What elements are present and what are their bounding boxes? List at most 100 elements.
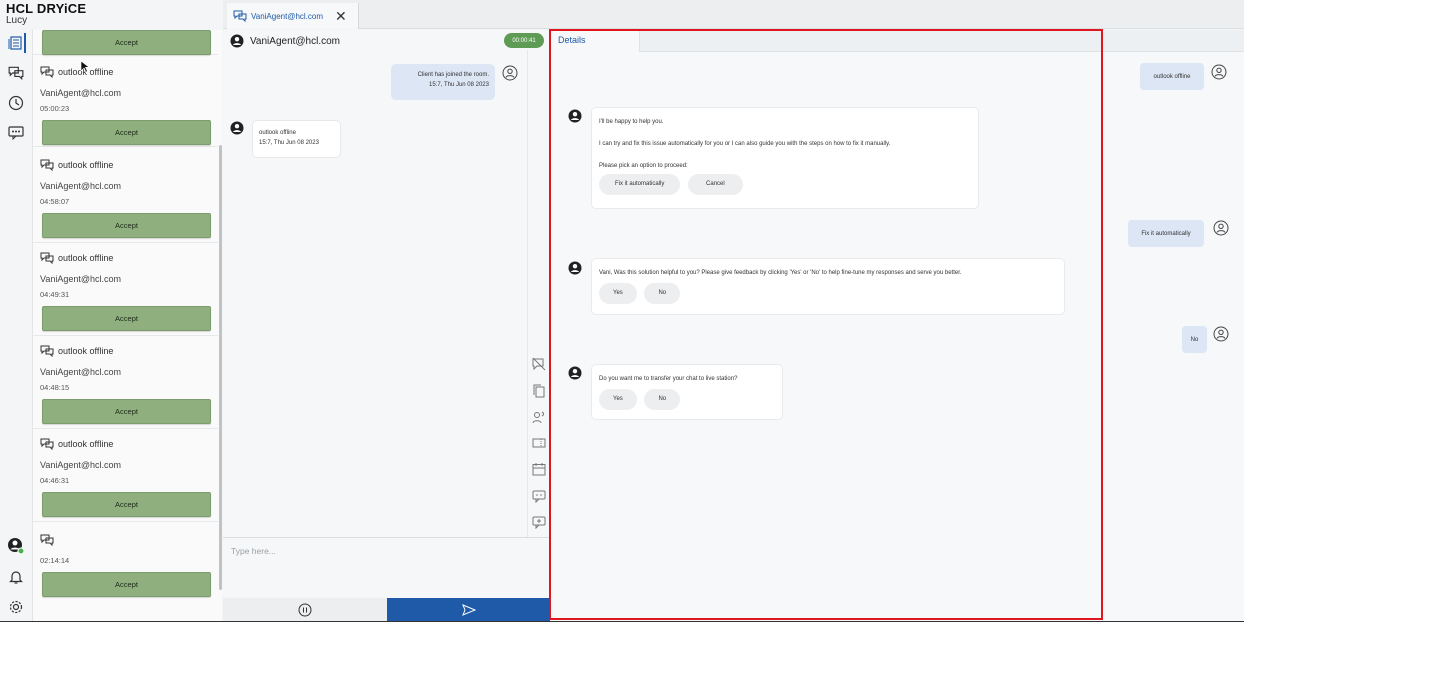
message-input-placeholder[interactable]: Type here... <box>231 546 276 556</box>
add-note-icon[interactable] <box>532 515 546 529</box>
queue-item-email: VaniAgent@hcl.com <box>40 88 122 98</box>
bot-message-card: Vani, Was this solution helpful to you? … <box>591 258 1065 315</box>
chat-icon <box>233 10 247 22</box>
bot-avatar-icon <box>568 366 582 380</box>
session-timer: 00:00:41 <box>504 33 544 48</box>
accept-button[interactable]: Accept <box>42 30 211 55</box>
chat-icon <box>40 252 54 264</box>
queue-item-title: outlook offline <box>58 253 114 263</box>
chat-icon <box>40 345 54 357</box>
yes-button[interactable]: Yes <box>599 283 637 304</box>
queue-item-time: 04:58:07 <box>40 197 70 206</box>
ticket-icon[interactable] <box>532 436 546 450</box>
settings-gear-icon[interactable] <box>6 597 26 617</box>
message-composer[interactable]: Type here... <box>223 537 550 599</box>
mouse-cursor-icon <box>80 60 89 73</box>
chat-queue-list: Accept outlook offline VaniAgent@hcl.com… <box>32 30 222 621</box>
queue-item-email: VaniAgent@hcl.com <box>40 181 122 191</box>
client-message: outlook offline 15:7, Thu Jun 08 2023 <box>252 120 341 158</box>
chat-conversation: VaniAgent@hcl.com 00:00:41 Client has jo… <box>223 30 550 621</box>
hide-chat-icon[interactable] <box>532 357 546 371</box>
tab-chat-session[interactable]: VaniAgent@hcl.com ✕ <box>227 3 359 29</box>
user-avatar-icon <box>1211 64 1227 80</box>
chat-icon <box>40 159 54 171</box>
queue-item: outlook offline VaniAgent@hcl.com 04:49:… <box>33 243 218 336</box>
brand-title: HCL DRYiCE <box>6 1 87 16</box>
transcript-icon[interactable] <box>6 123 26 143</box>
queue-item-title: outlook offline <box>58 439 114 449</box>
accept-button[interactable]: Accept <box>42 399 211 424</box>
queue-item-time: 05:00:23 <box>40 104 70 113</box>
send-button[interactable] <box>387 598 550 621</box>
queue-item-title: outlook offline <box>58 346 114 356</box>
queue-item-email: VaniAgent@hcl.com <box>40 367 122 377</box>
accept-button[interactable]: Accept <box>42 120 211 145</box>
bot-message-text: Vani, Was this solution helpful to you? … <box>599 270 962 276</box>
no-button[interactable]: No <box>644 283 681 304</box>
system-message-time: 15:7, Thu Jun 08 2023 <box>429 82 489 88</box>
chat-tools <box>527 348 550 538</box>
client-message-text: outlook offline <box>259 130 296 136</box>
user-message: Fix it automatically <box>1128 220 1204 247</box>
queue-item: outlook offline VaniAgent@hcl.com 04:48:… <box>33 336 218 429</box>
current-user: Lucy <box>6 15 28 26</box>
tab-label: VaniAgent@hcl.com <box>251 11 324 21</box>
close-tab-icon[interactable]: ✕ <box>335 8 347 25</box>
user-avatar-icon <box>230 34 244 48</box>
chat-header: VaniAgent@hcl.com 00:00:41 <box>223 30 550 52</box>
copy-icon[interactable] <box>532 384 546 398</box>
transfer-agent-icon[interactable] <box>532 410 546 424</box>
fix-automatically-button[interactable]: Fix it automatically <box>599 174 681 195</box>
queue-item: 02:14:14 Accept <box>33 522 218 621</box>
accept-button[interactable]: Accept <box>42 572 211 597</box>
details-tab-bar: Details <box>550 30 1244 52</box>
canned-response-icon[interactable] <box>532 489 546 503</box>
accept-button[interactable]: Accept <box>42 306 211 331</box>
bot-message-text: Do you want me to transfer your chat to … <box>599 376 738 382</box>
no-button[interactable]: No <box>644 389 681 410</box>
bot-message-card: I'll be happy to help you. I can try and… <box>591 107 979 209</box>
bot-message-text: I can try and fix this issue automatical… <box>599 141 891 147</box>
queue-item-time: 02:14:14 <box>40 556 70 565</box>
queue-item-time: 04:46:31 <box>40 476 70 485</box>
left-nav-rail <box>0 30 32 621</box>
brand: HCL DRYiCE Lucy <box>6 2 220 28</box>
queue-item-email: VaniAgent@hcl.com <box>40 274 122 284</box>
calendar-icon[interactable] <box>532 462 546 476</box>
queue-item: Accept <box>33 30 218 55</box>
bot-avatar-icon <box>568 109 582 123</box>
accept-button[interactable]: Accept <box>42 213 211 238</box>
queue-item: outlook offline VaniAgent@hcl.com 05:00:… <box>33 57 218 147</box>
pause-icon <box>298 603 312 617</box>
user-message: outlook offline <box>1140 63 1204 90</box>
details-panel: Details I'll be happy to help you. I can… <box>550 30 1244 621</box>
chat-agent-email: VaniAgent@hcl.com <box>250 35 341 47</box>
queue-item: outlook offline VaniAgent@hcl.com 04:46:… <box>33 429 218 522</box>
history-clock-icon[interactable] <box>6 93 26 113</box>
cancel-button[interactable]: Cancel <box>688 174 743 195</box>
tab-strip: VaniAgent@hcl.com ✕ <box>223 0 1244 29</box>
yes-button[interactable]: Yes <box>599 389 637 410</box>
pause-button[interactable] <box>223 598 387 621</box>
chat-bottom-bar <box>223 598 550 621</box>
bot-avatar-icon <box>568 261 582 275</box>
accept-button[interactable]: Accept <box>42 492 211 517</box>
send-icon <box>461 604 476 616</box>
bot-message-card: Do you want me to transfer your chat to … <box>591 364 783 420</box>
queue-item: outlook offline VaniAgent@hcl.com 04:58:… <box>33 150 218 243</box>
chats-nav-icon[interactable] <box>6 63 26 83</box>
notifications-bell-icon[interactable] <box>6 567 26 587</box>
system-message-text: Client has joined the room. <box>417 72 489 78</box>
bot-message-text: Please pick an option to proceed: <box>599 163 688 169</box>
queue-item-title: outlook offline <box>58 160 114 170</box>
chat-icon <box>40 66 54 78</box>
bot-message-text: I'll be happy to help you. <box>599 119 664 125</box>
tab-details[interactable]: Details <box>550 30 640 52</box>
chat-icon <box>40 534 54 546</box>
app-window: HCL DRYiCE Lucy VaniAgent@hcl.com ✕ Acce… <box>0 0 1244 622</box>
chat-icon <box>40 438 54 450</box>
queue-nav-icon[interactable] <box>6 33 26 53</box>
queue-item-time: 04:48:15 <box>40 383 70 392</box>
agent-status-icon[interactable] <box>6 536 26 556</box>
queue-scrollbar[interactable] <box>219 145 222 590</box>
